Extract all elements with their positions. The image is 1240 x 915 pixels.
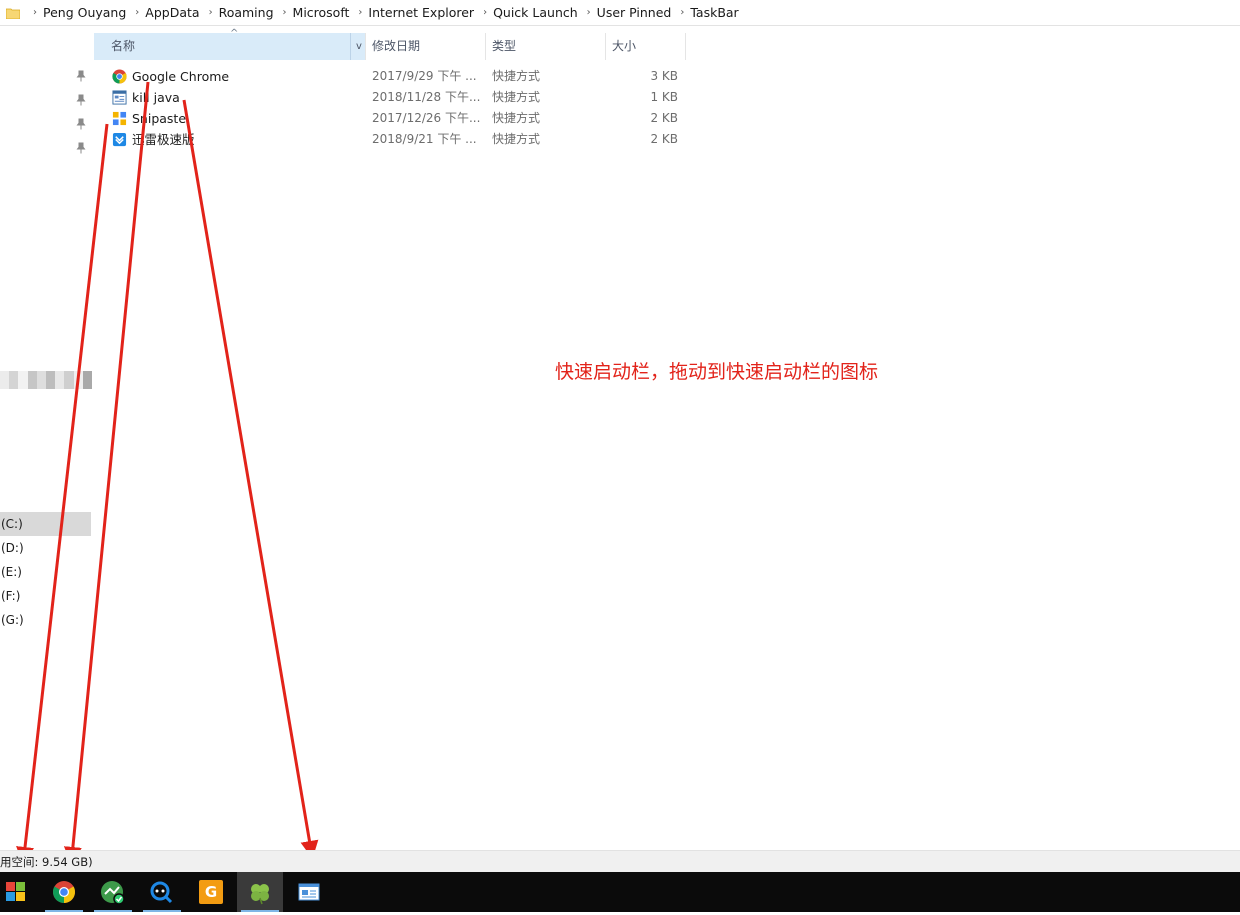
chevron-right-icon[interactable]: › [283, 7, 287, 18]
status-bar: 用空间: 9.54 GB) [0, 850, 1240, 873]
column-header-size[interactable]: 大小 [606, 33, 686, 60]
taskbar: G [0, 872, 1240, 912]
file-row[interactable]: Google Chrome 2017/9/29 下午 ... 快捷方式 3 KB [92, 66, 686, 87]
app-check-icon[interactable] [90, 872, 136, 912]
file-date: 2018/11/28 下午... [372, 90, 481, 104]
xunlei-icon [112, 132, 127, 147]
breadcrumb-item[interactable]: Peng Ouyang [43, 5, 126, 20]
status-text: 用空间: 9.54 GB) [0, 855, 93, 869]
chevron-right-icon[interactable]: › [135, 7, 139, 18]
breadcrumb-item[interactable]: TaskBar [690, 5, 738, 20]
file-name: Google Chrome [132, 69, 230, 84]
search-app-icon[interactable] [139, 872, 185, 912]
windows-start-icon[interactable] [0, 872, 46, 912]
file-type: 快捷方式 [492, 69, 541, 83]
pdf-app-icon[interactable]: G [188, 872, 234, 912]
file-name: 迅雷极速版 [132, 132, 195, 147]
file-row[interactable]: kill java 2018/11/28 下午... 快捷方式 1 KB [92, 87, 686, 108]
snipaste-icon [112, 111, 127, 126]
pin-icon[interactable] [76, 70, 86, 82]
shortcut-icon [112, 90, 127, 105]
file-size: 3 KB [650, 69, 678, 83]
drive-item-e[interactable]: (E:) [0, 560, 91, 584]
breadcrumb-item[interactable]: Roaming [219, 5, 274, 20]
breadcrumb-item[interactable]: Internet Explorer [368, 5, 474, 20]
annotation-text: 快速启动栏，拖动到快速启动栏的图标 [555, 361, 879, 383]
address-bar[interactable]: › Peng Ouyang › AppData › Roaming › Micr… [0, 0, 1240, 26]
drive-item-d[interactable]: (D:) [0, 536, 91, 560]
clover-icon[interactable] [237, 872, 283, 912]
folder-icon [5, 7, 21, 19]
file-size: 2 KB [650, 111, 678, 125]
file-date: 2017/12/26 下午... [372, 111, 481, 125]
chevron-right-icon[interactable]: › [483, 7, 487, 18]
column-header: 名称 ^ v 修改日期 类型 大小 [92, 28, 686, 60]
file-type: 快捷方式 [492, 90, 541, 104]
chevron-right-icon[interactable]: › [358, 7, 362, 18]
chrome-icon[interactable] [41, 872, 87, 912]
file-type: 快捷方式 [492, 132, 541, 146]
file-type: 快捷方式 [492, 111, 541, 125]
sort-ascending-icon: ^ [230, 28, 239, 39]
column-name-label: 名称 [111, 39, 136, 53]
file-name: Snipaste [132, 111, 187, 126]
chevron-down-icon[interactable]: v [350, 33, 367, 60]
window-icon[interactable] [286, 872, 332, 912]
column-header-type[interactable]: 类型 [486, 33, 606, 60]
svg-text:G: G [205, 883, 217, 901]
breadcrumb-item[interactable]: Microsoft [293, 5, 350, 20]
blurred-user-item [0, 371, 93, 389]
chrome-icon [112, 69, 127, 84]
drive-item-f[interactable]: (F:) [0, 584, 91, 608]
chevron-right-icon[interactable]: › [680, 7, 684, 18]
drive-item-g[interactable]: (G:) [0, 608, 91, 632]
file-row[interactable]: Snipaste 2017/12/26 下午... 快捷方式 2 KB [92, 108, 686, 129]
drive-item-c[interactable]: (C:) [0, 512, 91, 536]
breadcrumb-item[interactable]: User Pinned [597, 5, 672, 20]
file-row[interactable]: 迅雷极速版 2018/9/21 下午 ... 快捷方式 2 KB [92, 129, 686, 150]
file-date: 2018/9/21 下午 ... [372, 132, 477, 146]
column-header-date[interactable]: 修改日期 [366, 33, 486, 60]
chevron-right-icon[interactable]: › [209, 7, 213, 18]
file-date: 2017/9/29 下午 ... [372, 69, 477, 83]
breadcrumb-item[interactable]: AppData [145, 5, 199, 20]
column-header-name[interactable]: 名称 ^ v [94, 28, 367, 60]
chevron-right-icon[interactable]: › [587, 7, 591, 18]
file-size: 1 KB [650, 90, 678, 104]
chevron-right-icon: › [33, 7, 37, 18]
pin-icon[interactable] [76, 94, 86, 106]
breadcrumb-item[interactable]: Quick Launch [493, 5, 578, 20]
file-size: 2 KB [650, 132, 678, 146]
navigation-pane[interactable]: (C:) (D:) (E:) (F:) (G:) [0, 26, 93, 850]
arrow-line [182, 99, 319, 859]
pin-icon[interactable] [76, 142, 86, 154]
file-name: kill java [132, 90, 180, 105]
pin-icon[interactable] [76, 118, 86, 130]
